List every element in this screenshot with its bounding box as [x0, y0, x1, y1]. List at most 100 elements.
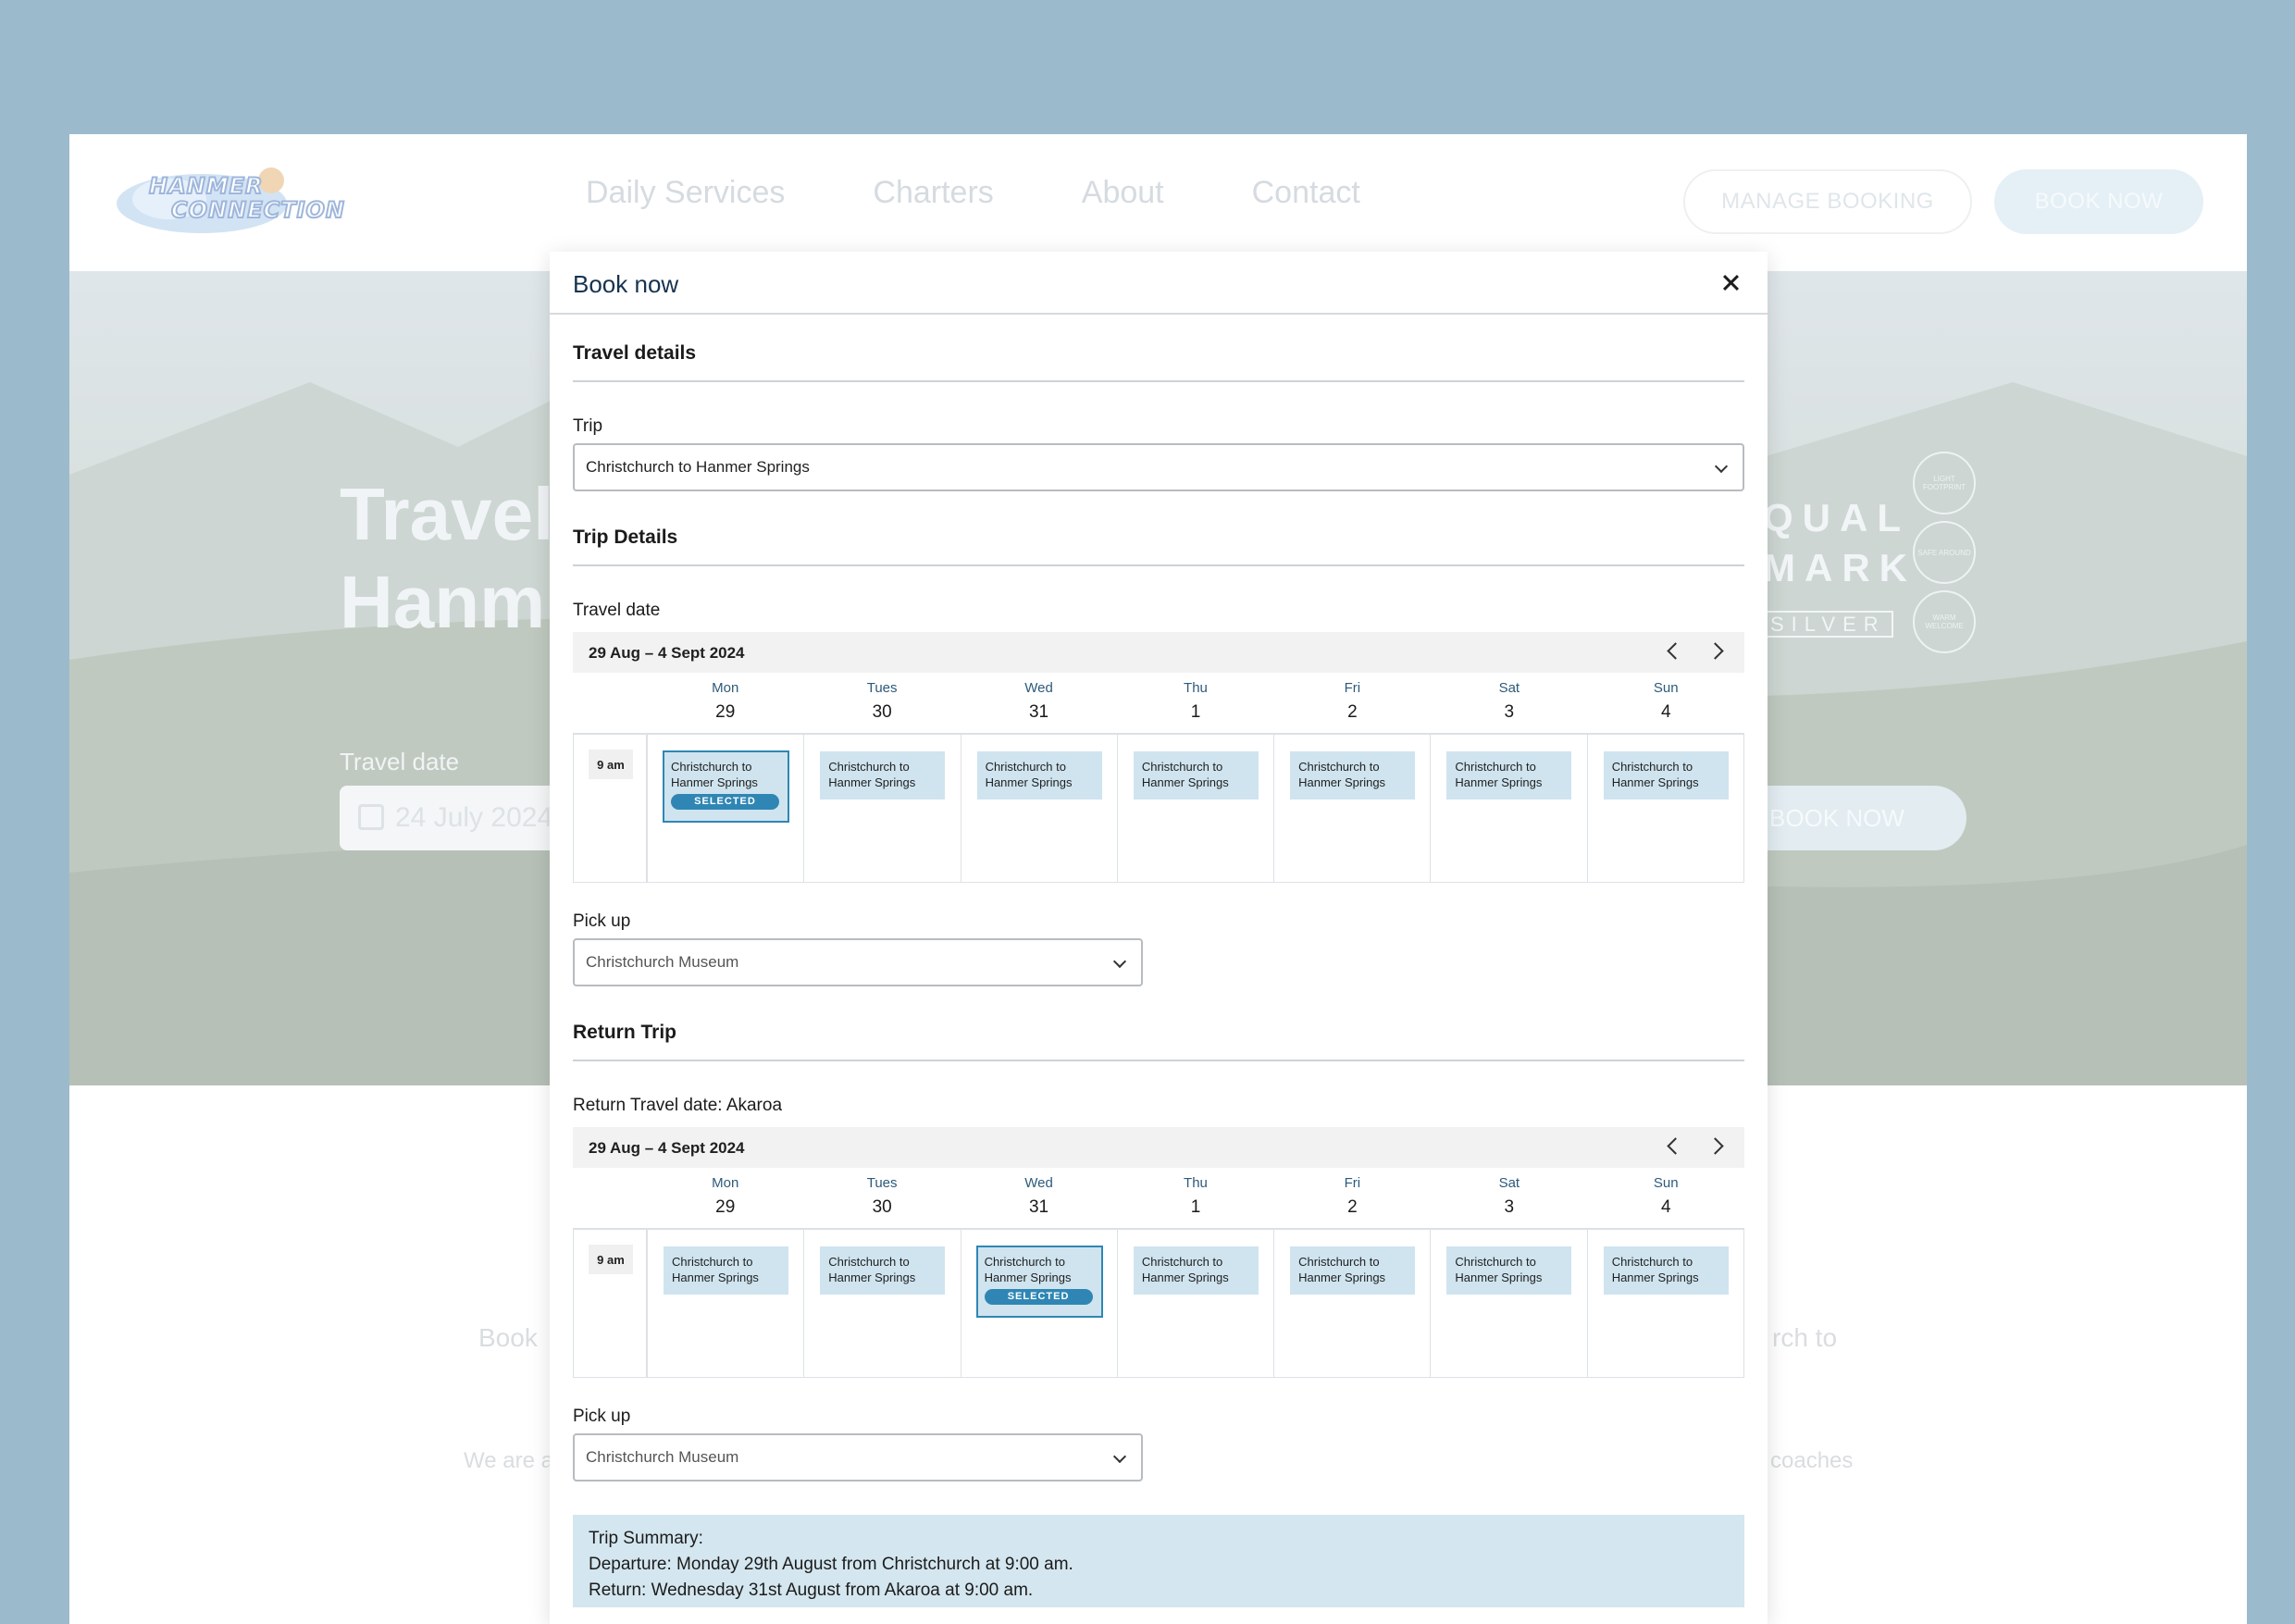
- header-book-now-button[interactable]: BOOK NOW: [1994, 169, 2203, 234]
- calendar-icon: [358, 804, 384, 830]
- body-small-left: We are a: [464, 1448, 553, 1473]
- return-pickup-select[interactable]: Christchurch Museum: [573, 1433, 1143, 1481]
- summary-heading: Trip Summary:: [589, 1529, 703, 1548]
- trip-slot[interactable]: Christchurch to Hanmer Springs: [1133, 1246, 1259, 1295]
- day-column: Christchurch to Hanmer Springs: [1274, 735, 1432, 882]
- trip-slot-label: Christchurch to Hanmer Springs: [1455, 760, 1543, 789]
- day-header: Wed 31: [961, 1168, 1117, 1225]
- nav-about[interactable]: About: [1082, 175, 1164, 211]
- trip-slot[interactable]: Christchurch to Hanmer Springs: [976, 751, 1102, 800]
- hanmer-connection-logo[interactable]: HANMER CONNECTION: [114, 162, 345, 238]
- summary-return: Return: Wednesday 31st August from Akaro…: [589, 1581, 1034, 1600]
- day-column: Christchurch to Hanmer Springs: [804, 735, 961, 882]
- hero-title-line1: Travel: [340, 473, 554, 555]
- trip-slot-selected[interactable]: Christchurch to Hanmer Springs SELECTED: [663, 750, 789, 823]
- trip-slot-label: Christchurch to Hanmer Springs: [1298, 760, 1386, 789]
- trip-slot[interactable]: Christchurch to Hanmer Springs: [1290, 1246, 1416, 1295]
- day-column: Christchurch to Hanmer Springs SELECTED: [648, 735, 805, 882]
- trip-details-heading: Trip Details: [573, 527, 678, 548]
- manage-booking-button[interactable]: MANAGE BOOKING: [1683, 169, 1972, 234]
- trip-slot[interactable]: Christchurch to Hanmer Springs: [1290, 751, 1416, 800]
- day-name: Sun: [1653, 1175, 1679, 1191]
- day-date: 29: [715, 702, 736, 722]
- trip-slot[interactable]: Christchurch to Hanmer Springs: [664, 1246, 788, 1295]
- day-name: Thu: [1184, 680, 1208, 696]
- return-date-range: 29 Aug – 4 Sept 2024: [589, 1139, 745, 1157]
- day-name: Fri: [1344, 1175, 1361, 1191]
- trip-slot[interactable]: Christchurch to Hanmer Springs: [1133, 751, 1259, 800]
- pickup-select[interactable]: Christchurch Museum: [573, 938, 1143, 986]
- day-column: Christchurch to Hanmer Springs: [1588, 1230, 1743, 1377]
- day-date: 3: [1504, 702, 1515, 722]
- day-date: 1: [1190, 702, 1201, 722]
- day-name: Mon: [712, 680, 739, 696]
- day-column: Christchurch to Hanmer Springs: [648, 1230, 805, 1377]
- body-small-right: coaches: [1770, 1448, 1854, 1473]
- hero-title: Travel Hanm: [340, 470, 553, 646]
- qualmark-logo: QUAL MARK SILVER: [1763, 493, 1917, 650]
- return-day-headers: Mon 29 Tues 30 Wed 31 Thu 1 Fri 2 Sat 3 Sun 4: [647, 1168, 1744, 1225]
- nav-daily-services[interactable]: Daily Services: [586, 175, 785, 211]
- trip-slot[interactable]: Christchurch to Hanmer Springs: [820, 751, 946, 800]
- day-column: Christchurch to Hanmer Springs: [1431, 735, 1588, 882]
- trip-slot[interactable]: Christchurch to Hanmer Springs: [1446, 1246, 1572, 1295]
- trip-slot[interactable]: Christchurch to Hanmer Springs: [1603, 751, 1729, 800]
- day-header: Sun 4: [1588, 1168, 1744, 1225]
- chevron-right-icon[interactable]: [1706, 642, 1724, 660]
- hero-title-line2: Hanm: [340, 561, 546, 643]
- chevron-right-icon[interactable]: [1706, 1137, 1724, 1155]
- time-gutter: 9 am: [574, 1230, 648, 1377]
- day-date: 29: [715, 1197, 736, 1217]
- day-date: 1: [1190, 1197, 1201, 1217]
- trip-slot-label: Christchurch to Hanmer Springs: [1611, 1255, 1699, 1284]
- day-header: Thu 1: [1117, 1168, 1273, 1225]
- nav-charters[interactable]: Charters: [873, 175, 993, 211]
- day-header: Tues 30: [803, 673, 960, 730]
- time-label: 9 am: [589, 1245, 633, 1274]
- day-date: 2: [1347, 702, 1358, 722]
- trip-slot[interactable]: Christchurch to Hanmer Springs: [820, 1246, 946, 1295]
- trip-slot-label: Christchurch to Hanmer Springs: [672, 1255, 759, 1284]
- day-column: Christchurch to Hanmer Springs: [1118, 735, 1275, 882]
- day-name: Wed: [1024, 1175, 1053, 1191]
- day-name: Fri: [1344, 680, 1361, 696]
- day-name: Sun: [1653, 680, 1679, 696]
- summary-departure: Departure: Monday 29th August from Chris…: [589, 1555, 1073, 1574]
- day-column: Christchurch to Hanmer Springs: [1118, 1230, 1275, 1377]
- nav-contact[interactable]: Contact: [1252, 175, 1360, 211]
- pickup-label: Pick up: [573, 911, 631, 931]
- outbound-day-headers: Mon 29 Tues 30 Wed 31 Thu 1 Fri 2 Sat 3 Sun 4: [647, 673, 1744, 730]
- qualmark-silver: SILVER: [1763, 611, 1893, 638]
- return-trip-heading: Return Trip: [573, 1022, 677, 1043]
- day-date: 3: [1504, 1197, 1515, 1217]
- trip-slot[interactable]: Christchurch to Hanmer Springs: [1603, 1246, 1729, 1295]
- outbound-calendar-toolbar: 29 Aug – 4 Sept 2024: [573, 632, 1744, 673]
- chevron-down-icon: [1112, 1449, 1127, 1464]
- return-calendar-grid: 9 am Christchurch to Hanmer Springs Chris…: [573, 1228, 1744, 1378]
- trip-summary: Trip Summary: Departure: Monday 29th Aug…: [573, 1515, 1744, 1607]
- pickup-select-value: Christchurch Museum: [586, 953, 739, 971]
- trip-slot-label: Christchurch to Hanmer Springs: [984, 1255, 1072, 1284]
- day-name: Sat: [1498, 680, 1520, 696]
- trip-slot-selected[interactable]: Christchurch to Hanmer Springs SELECTED: [975, 1246, 1103, 1318]
- trip-slot-label: Christchurch to Hanmer Springs: [828, 760, 916, 789]
- return-calendar-toolbar: 29 Aug – 4 Sept 2024: [573, 1127, 1744, 1168]
- outbound-date-range: 29 Aug – 4 Sept 2024: [589, 644, 745, 662]
- return-travel-date-label: Return Travel date: Akaroa: [573, 1096, 783, 1115]
- day-header: Thu 1: [1117, 673, 1273, 730]
- trip-slot-label: Christchurch to Hanmer Springs: [1141, 760, 1229, 789]
- day-column: Christchurch to Hanmer Springs: [804, 1230, 961, 1377]
- body-text-right: rch to: [1772, 1323, 1838, 1352]
- modal-title: Book now: [573, 270, 679, 298]
- qualmark-line2: MARK: [1763, 546, 1917, 589]
- day-header: Sat 3: [1431, 1168, 1587, 1225]
- trip-slot[interactable]: Christchurch to Hanmer Springs: [1446, 751, 1572, 800]
- travel-details-heading: Travel details: [573, 342, 697, 364]
- trip-select[interactable]: Christchurch to Hanmer Springs: [573, 443, 1744, 491]
- day-name: Tues: [866, 680, 898, 696]
- chevron-left-icon[interactable]: [1667, 642, 1684, 660]
- close-icon[interactable]: [1718, 270, 1744, 296]
- book-now-modal: Book now Travel details Trip Christchurc…: [550, 252, 1768, 1624]
- chevron-left-icon[interactable]: [1667, 1137, 1684, 1155]
- day-column: Christchurch to Hanmer Springs SELECTED: [961, 1230, 1118, 1377]
